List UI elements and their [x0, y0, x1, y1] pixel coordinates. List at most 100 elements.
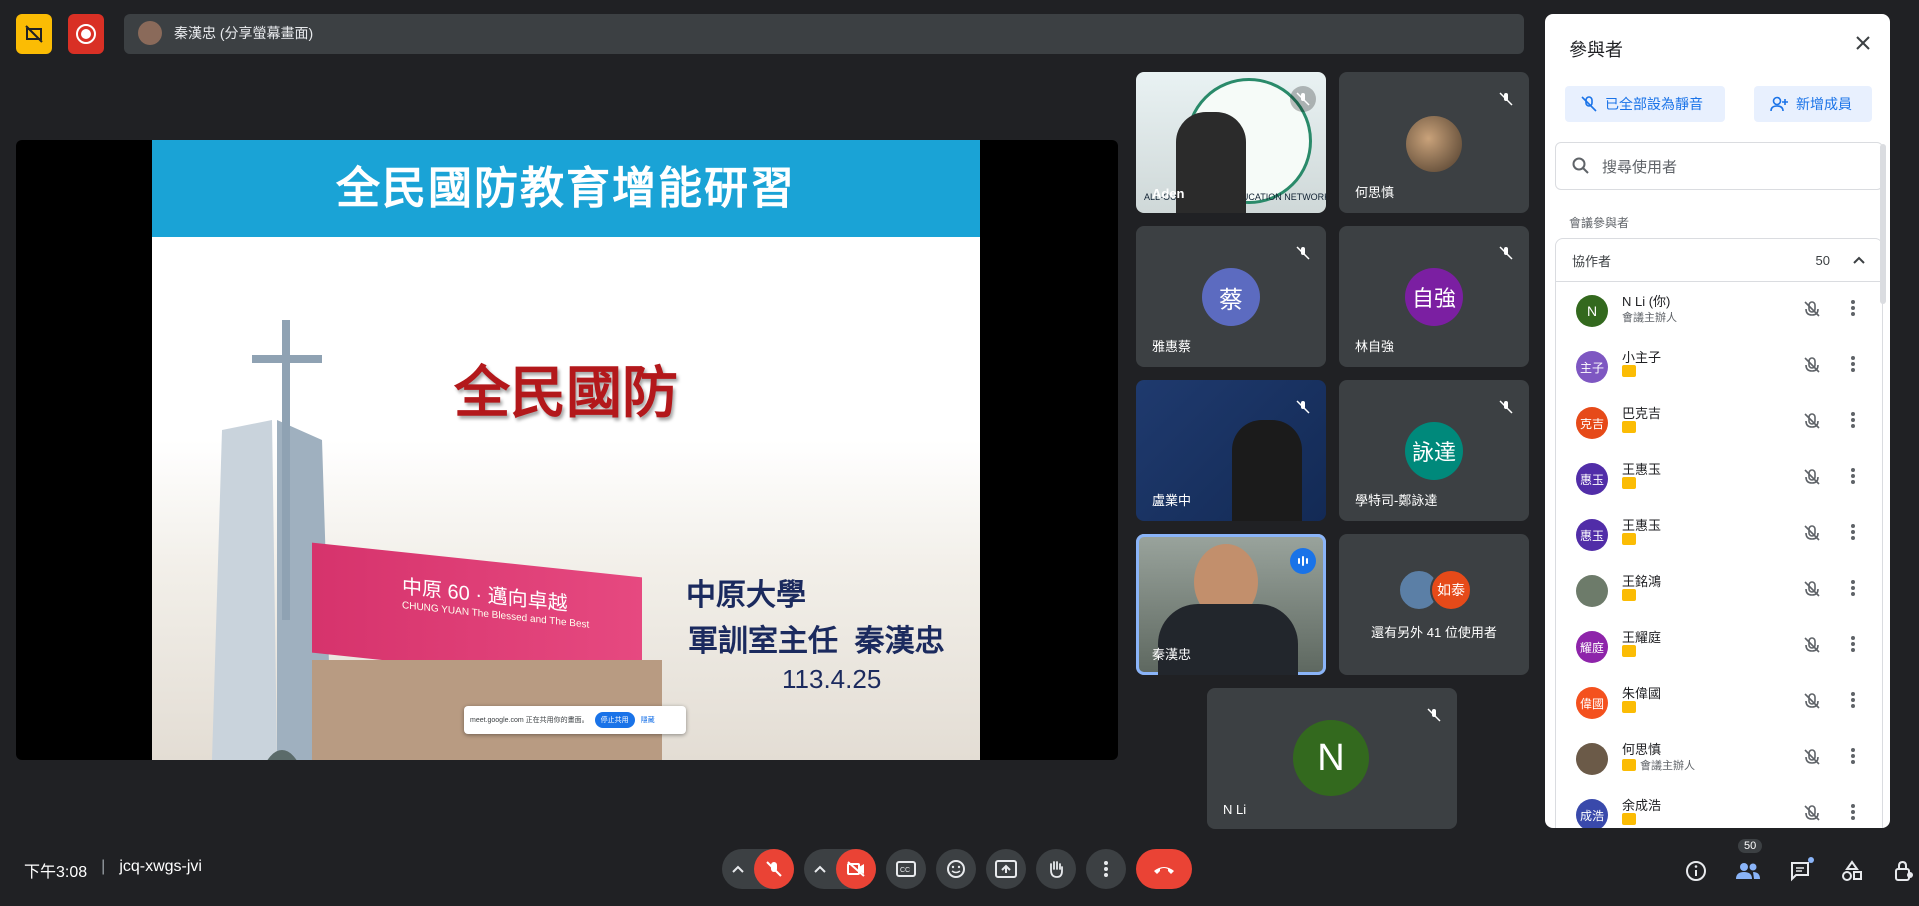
more-options-button[interactable]	[1086, 849, 1126, 889]
raise-hand-button[interactable]	[1036, 849, 1076, 889]
people-button[interactable]: 50	[1728, 839, 1768, 891]
more-vert-icon[interactable]	[1850, 299, 1856, 322]
mic-off-icon[interactable]	[1802, 635, 1822, 660]
group-header[interactable]: 協作者 50	[1556, 239, 1882, 282]
participant-tile[interactable]: 蔡 雅惠蔡	[1136, 226, 1326, 367]
mic-off-icon[interactable]	[1802, 803, 1822, 828]
participant-tile-active-speaker[interactable]: 秦漢忠	[1136, 534, 1326, 675]
hide-notice-button[interactable]: 隱藏	[641, 715, 655, 725]
more-vert-icon[interactable]	[1850, 355, 1856, 378]
participant-row[interactable]: 主子 小主子	[1556, 339, 1884, 395]
call-end-icon	[1154, 867, 1174, 874]
present-screen-button[interactable]	[986, 849, 1026, 889]
participant-figure	[1232, 420, 1302, 521]
participant-subtitle	[1622, 645, 1640, 657]
captions-button[interactable]: CC	[886, 849, 926, 889]
group-label: 協作者	[1572, 253, 1612, 269]
activities-button[interactable]	[1832, 851, 1872, 891]
participant-row[interactable]: N N Li (你) 會議主辦人	[1556, 283, 1884, 339]
mic-options-button[interactable]	[722, 849, 754, 889]
stop-sharing-button[interactable]: 停止共用	[594, 712, 635, 728]
camera-options-button[interactable]	[804, 849, 836, 889]
chevron-up-icon	[732, 865, 744, 873]
participant-row[interactable]: 惠玉 王惠玉	[1556, 451, 1884, 507]
chevron-up-icon[interactable]	[1852, 255, 1866, 265]
panel-title: 參與者	[1569, 40, 1623, 60]
host-controls-button[interactable]	[1884, 851, 1919, 891]
more-vert-icon[interactable]	[1850, 803, 1856, 826]
initial-avatar: 蔡	[1202, 268, 1260, 326]
presenting-badge-icon	[1622, 813, 1636, 825]
more-vert-icon[interactable]	[1850, 411, 1856, 434]
mute-all-button[interactable]: 已全部設為靜音	[1565, 86, 1725, 122]
chat-button[interactable]	[1780, 851, 1820, 891]
mic-control-group	[722, 849, 794, 889]
mic-off-icon[interactable]	[1802, 747, 1822, 772]
more-vert-icon	[1104, 861, 1108, 877]
participant-row[interactable]: 克吉 巴克吉	[1556, 395, 1884, 451]
participant-tile[interactable]: ALL-OUT DEFENSE EDUCATION NETWORK Aden	[1136, 72, 1326, 213]
mic-off-icon	[1493, 394, 1519, 420]
self-tile[interactable]: N N Li	[1207, 688, 1457, 829]
chevron-up-icon	[814, 865, 826, 873]
more-vert-icon[interactable]	[1850, 523, 1856, 546]
svg-text:CC: CC	[900, 867, 910, 874]
mic-off-icon[interactable]	[1802, 691, 1822, 716]
close-panel-button[interactable]	[1854, 34, 1872, 57]
initial-avatar: 如泰	[1430, 569, 1472, 611]
more-vert-icon[interactable]	[1850, 467, 1856, 490]
mic-off-icon	[1290, 394, 1316, 420]
more-participants-tile[interactable]: 如泰 還有另外 41 位使用者	[1339, 534, 1529, 675]
participant-tile[interactable]: 何思慎	[1339, 72, 1529, 213]
mic-off-icon[interactable]	[1802, 467, 1822, 492]
mic-off-icon	[766, 861, 782, 877]
participant-row[interactable]: 惠玉 王惠玉	[1556, 507, 1884, 563]
participant-subtitle: 會議主辦人	[1622, 309, 1677, 325]
meeting-details-button[interactable]	[1676, 851, 1716, 891]
camera-toggle-button[interactable]	[836, 849, 876, 889]
participant-avatar: 耀庭	[1576, 631, 1608, 663]
leave-call-button[interactable]	[1136, 849, 1192, 889]
participant-row[interactable]: 耀庭 王耀庭	[1556, 619, 1884, 675]
participant-name: 余成浩	[1622, 798, 1662, 813]
participant-tile[interactable]: 詠達 學特司-鄭詠達	[1339, 380, 1529, 521]
participant-tile[interactable]: 盧業中	[1136, 380, 1326, 521]
participant-row[interactable]: 偉國 朱偉國	[1556, 675, 1884, 731]
hand-icon	[1050, 861, 1063, 878]
participant-name: 王惠玉	[1622, 462, 1662, 477]
participant-subtitle	[1622, 589, 1640, 601]
slide-header: 全民國防教育增能研習	[152, 140, 980, 237]
presenting-badge-icon	[1622, 533, 1636, 545]
participant-row[interactable]: 王銘鴻	[1556, 563, 1884, 619]
tile-name: 雅惠蔡	[1152, 339, 1192, 354]
mic-off-icon[interactable]	[1802, 411, 1822, 436]
participant-tile[interactable]: 自強 林自強	[1339, 226, 1529, 367]
mic-off-icon[interactable]	[1802, 579, 1822, 604]
closed-captions-icon: CC	[896, 861, 916, 877]
more-participants-label: 還有另外 41 位使用者	[1371, 625, 1497, 640]
section-label: 會議參與者	[1569, 216, 1630, 230]
microphone-toggle-button[interactable]	[754, 849, 794, 889]
reactions-button[interactable]	[936, 849, 976, 889]
person-add-icon	[1770, 96, 1788, 112]
mic-off-icon[interactable]	[1802, 355, 1822, 380]
more-vert-icon[interactable]	[1850, 579, 1856, 602]
participant-row[interactable]: 何思慎 會議主辦人	[1556, 731, 1884, 787]
search-participants-field[interactable]: 搜尋使用者	[1555, 142, 1883, 190]
mute-all-label: 已全部設為靜音	[1605, 96, 1703, 112]
panel-scrollbar[interactable]	[1880, 144, 1886, 304]
more-vert-icon[interactable]	[1850, 747, 1856, 770]
more-vert-icon[interactable]	[1850, 635, 1856, 658]
mic-off-icon[interactable]	[1802, 299, 1822, 324]
presenting-badge-icon	[1622, 645, 1636, 657]
presenting-badge-icon	[1622, 701, 1636, 713]
add-people-button[interactable]: 新增成員	[1754, 86, 1872, 122]
present-to-all-icon	[995, 860, 1017, 878]
participant-row[interactable]: 成浩 余成浩	[1556, 787, 1884, 828]
more-vert-icon[interactable]	[1850, 691, 1856, 714]
mic-off-icon[interactable]	[1802, 523, 1822, 548]
captions-off-indicator[interactable]	[16, 14, 52, 54]
tile-name: 何思慎	[1355, 185, 1395, 200]
recording-indicator[interactable]	[68, 14, 104, 54]
participant-avatar: 成浩	[1576, 799, 1608, 828]
